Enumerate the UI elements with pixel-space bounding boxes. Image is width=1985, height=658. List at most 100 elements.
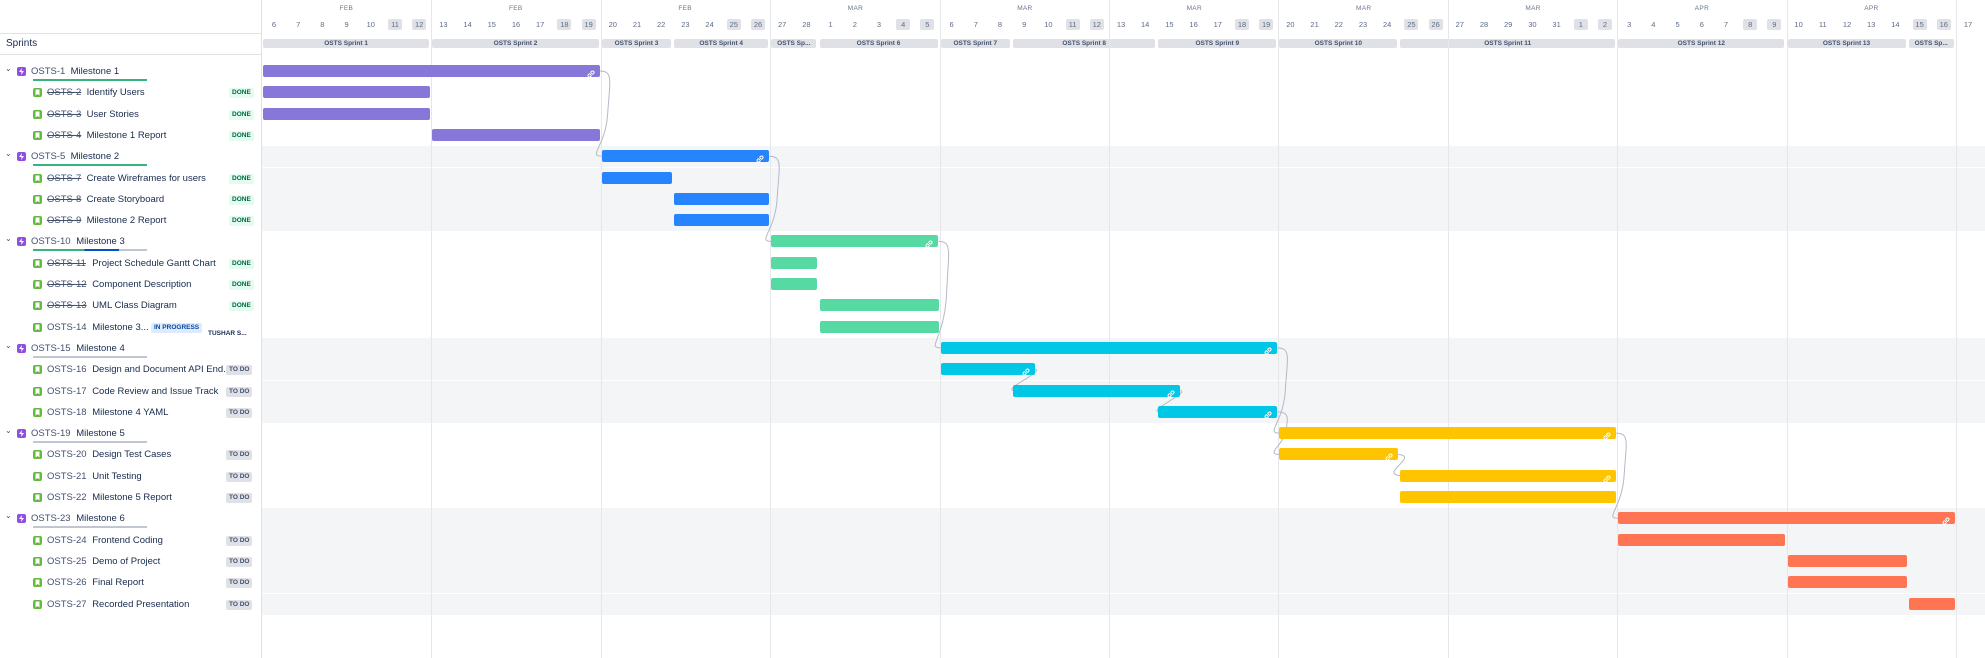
status-badge[interactable]: TO DO (226, 599, 253, 610)
gantt-bar[interactable] (819, 320, 939, 333)
issue-row[interactable]: OSTS-12 Component Description DONE (0, 274, 261, 295)
chevron-down-icon[interactable]: ⌄ (5, 143, 12, 164)
status-badge[interactable]: TO DO (226, 556, 253, 567)
chevron-down-icon[interactable]: ⌄ (5, 505, 12, 526)
issue-key[interactable]: OSTS-16 (47, 359, 87, 380)
gantt-bar[interactable] (771, 235, 939, 248)
gantt-bar[interactable] (1618, 533, 1786, 546)
sprint-pill[interactable]: OSTS Sprint 8 (1013, 39, 1156, 48)
gantt-bar[interactable] (1400, 469, 1617, 483)
gantt-bar[interactable] (601, 171, 673, 184)
issue-row[interactable]: OSTS-26 Final Report TO DO (0, 572, 261, 593)
status-badge[interactable]: DONE (229, 258, 254, 269)
issue-key[interactable]: OSTS-27 (47, 594, 87, 615)
gantt-bar[interactable] (601, 150, 770, 163)
epic-row[interactable]: ⌄ OSTS-19 Milestone 5 (0, 423, 261, 444)
sprint-pill[interactable]: OSTS Sp... (771, 39, 817, 48)
issue-key[interactable]: OSTS-11 (47, 253, 86, 274)
issue-key[interactable]: OSTS-13 (47, 295, 87, 316)
status-badge[interactable]: TO DO (226, 471, 253, 482)
sprint-pill[interactable]: OSTS Sprint 7 (940, 39, 1011, 48)
issue-row[interactable]: OSTS-7 Create Wireframes for users DONE (0, 168, 261, 189)
gantt-bar[interactable] (771, 256, 818, 269)
sprint-pill[interactable]: OSTS Sprint 10 (1279, 39, 1398, 48)
gantt-bar[interactable] (1908, 597, 1955, 610)
chevron-down-icon[interactable]: ⌄ (5, 420, 12, 441)
status-badge[interactable]: TO DO (226, 535, 253, 546)
issue-row[interactable]: OSTS-22 Milestone 5 Report TO DO (0, 487, 261, 508)
issue-row[interactable]: OSTS-3 User Stories DONE (0, 104, 261, 125)
status-badge[interactable]: TO DO (226, 386, 253, 397)
issue-key[interactable]: OSTS-24 (47, 530, 87, 551)
status-badge[interactable]: TO DO (226, 578, 253, 589)
gantt-bar[interactable] (432, 128, 600, 141)
sprint-pill[interactable]: OSTS Sprint 1 (262, 39, 430, 48)
sprint-pill[interactable]: OSTS Sprint 2 (432, 39, 599, 48)
chevron-down-icon[interactable]: ⌄ (5, 228, 12, 249)
status-badge[interactable]: DONE (229, 109, 254, 120)
issue-key[interactable]: OSTS-22 (47, 487, 87, 508)
issue-row[interactable]: OSTS-18 Milestone 4 YAML TO DO (0, 402, 261, 423)
status-badge[interactable]: DONE (229, 280, 254, 290)
issue-key[interactable]: OSTS-8 (47, 189, 81, 210)
issue-key[interactable]: OSTS-3 (47, 104, 81, 125)
gantt-bar[interactable] (1158, 405, 1278, 419)
status-badge[interactable]: DONE (229, 130, 254, 141)
gantt-bar[interactable] (1279, 427, 1617, 440)
gantt-bar[interactable] (819, 299, 939, 312)
sprint-pill[interactable]: OSTS Sp... (1908, 39, 1954, 48)
gantt-bar[interactable] (1787, 576, 1907, 589)
issue-key[interactable]: OSTS-26 (47, 572, 87, 593)
gantt-bar[interactable] (262, 65, 600, 78)
sprint-pill[interactable]: OSTS Sprint 11 (1400, 39, 1616, 48)
chevron-down-icon[interactable]: ⌄ (5, 58, 12, 79)
issue-row[interactable]: OSTS-13 UML Class Diagram DONE (0, 295, 261, 316)
issue-row[interactable]: OSTS-2 Identify Users DONE (0, 82, 261, 103)
epic-row[interactable]: ⌄ OSTS-15 Milestone 4 (0, 338, 261, 359)
status-badge[interactable]: DONE (229, 301, 254, 312)
issue-row[interactable]: OSTS-16 Design and Document API End... TO … (0, 359, 261, 380)
issue-key[interactable]: OSTS-17 (47, 381, 87, 402)
status-badge[interactable]: TO DO (226, 407, 253, 418)
issue-key[interactable]: OSTS-14 (47, 317, 87, 338)
epic-row[interactable]: ⌄ OSTS-1 Milestone 1 (0, 61, 261, 82)
issue-key[interactable]: OSTS-25 (47, 551, 87, 572)
sprint-pill[interactable]: OSTS Sprint 13 (1787, 39, 1906, 48)
gantt-bar[interactable] (940, 341, 1278, 355)
status-badge[interactable]: TO DO (226, 450, 253, 461)
gantt-bar[interactable] (674, 192, 770, 205)
issue-key[interactable]: OSTS-2 (47, 82, 81, 103)
issue-row[interactable]: OSTS-17 Code Review and Issue Track TO DO (0, 381, 261, 402)
issue-key[interactable]: OSTS-12 (47, 274, 87, 295)
issue-row[interactable]: OSTS-21 Unit Testing TO DO (0, 466, 261, 487)
status-badge[interactable]: DONE (229, 194, 254, 205)
gantt-bar[interactable] (1787, 554, 1907, 567)
issue-key[interactable]: OSTS-21 (47, 466, 87, 487)
gantt-bar[interactable] (674, 214, 770, 227)
gantt-bar[interactable] (1013, 384, 1181, 397)
issue-row[interactable]: OSTS-9 Milestone 2 Report DONE (0, 210, 261, 231)
issue-row[interactable]: OSTS-25 Demo of Project TO DO (0, 551, 261, 572)
issue-row[interactable]: OSTS-11 Project Schedule Gantt Chart DONE (0, 253, 261, 274)
epic-row[interactable]: ⌄ OSTS-23 Milestone 6 (0, 508, 261, 529)
status-badge[interactable]: DONE (229, 88, 254, 99)
gantt-bar[interactable] (771, 278, 818, 290)
status-badge[interactable]: DONE (229, 216, 254, 227)
status-badge[interactable]: IN PROGRESS (151, 322, 203, 333)
gantt-bar[interactable] (1400, 491, 1617, 503)
epic-row[interactable]: ⌄ OSTS-10 Milestone 3 (0, 231, 261, 252)
issue-key[interactable]: OSTS-20 (47, 444, 87, 465)
issue-row[interactable]: OSTS-4 Milestone 1 Report DONE (0, 125, 261, 146)
sprint-pill[interactable]: OSTS Sprint 12 (1618, 39, 1785, 48)
status-badge[interactable]: TO DO (226, 493, 253, 503)
epic-row[interactable]: ⌄ OSTS-5 Milestone 2 (0, 146, 261, 167)
issue-key[interactable]: OSTS-18 (47, 402, 87, 423)
issue-key[interactable]: OSTS-4 (47, 125, 81, 146)
gantt-bar[interactable] (262, 86, 431, 99)
gantt-bar[interactable] (1618, 512, 1955, 525)
chevron-down-icon[interactable]: ⌄ (5, 335, 12, 356)
sprint-pill[interactable]: OSTS Sprint 9 (1158, 39, 1277, 48)
sprint-pill[interactable]: OSTS Sprint 3 (601, 39, 672, 48)
issue-key[interactable]: OSTS-9 (47, 210, 81, 231)
sprint-pill[interactable]: OSTS Sprint 4 (674, 39, 769, 48)
